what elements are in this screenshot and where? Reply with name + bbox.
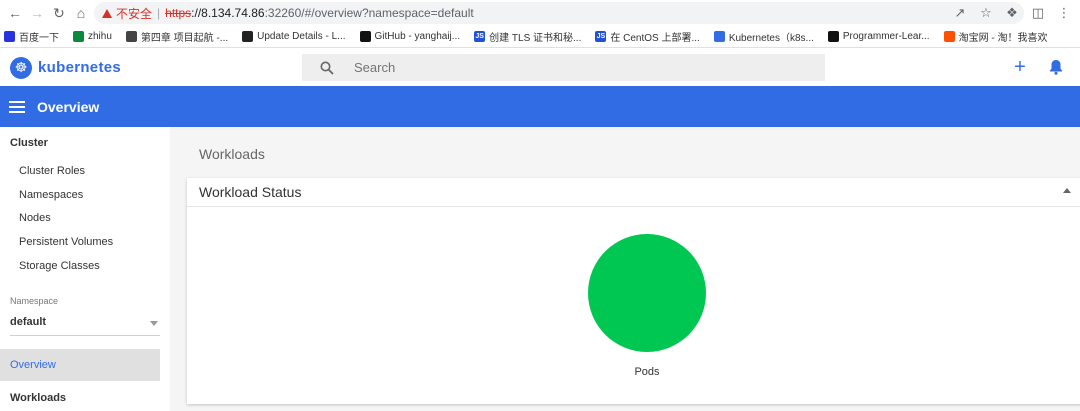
bookmark[interactable]: Kubernetes（k8s... bbox=[713, 29, 814, 44]
forward-icon[interactable]: → bbox=[26, 2, 48, 24]
namespace-label: Namespace bbox=[10, 296, 59, 306]
bookmark-label: zhihu bbox=[88, 31, 112, 42]
github-icon bbox=[359, 31, 371, 42]
url-path: :32260/#/overview?namespace=default bbox=[264, 6, 474, 20]
sidebar-item-namespaces[interactable]: Namespaces bbox=[19, 189, 83, 201]
brand-name: kubernetes bbox=[38, 59, 122, 76]
security-label: 不安全 bbox=[116, 6, 153, 21]
bookmark[interactable]: 百度一下 bbox=[4, 29, 59, 44]
warning-icon bbox=[102, 8, 112, 18]
workload-status-card: Workload Status Pods bbox=[187, 178, 1080, 404]
sidepanel-icon[interactable]: ◫ bbox=[1028, 3, 1048, 23]
sidebar-item-overview[interactable]: Overview bbox=[0, 349, 160, 381]
bookmark-icon bbox=[73, 31, 84, 42]
page-title: Overview bbox=[37, 98, 100, 115]
section-title: Workloads bbox=[199, 146, 265, 162]
bookmark[interactable]: JS 在 CentOS 上部署... bbox=[595, 29, 700, 44]
bookmark-icon bbox=[242, 31, 254, 42]
sidebar-heading-cluster[interactable]: Cluster bbox=[10, 137, 48, 149]
hamburger-menu-icon[interactable] bbox=[9, 100, 25, 113]
bookmark[interactable]: GitHub - yanghaij... bbox=[359, 31, 461, 42]
bookmark[interactable]: zhihu bbox=[73, 31, 112, 42]
bookmark[interactable]: 第四章 项目起航 -... bbox=[125, 29, 229, 44]
kubernetes-icon bbox=[713, 31, 725, 42]
address-bar[interactable]: 不安全 | https://8.134.74.86:32260/#/overvi… bbox=[94, 2, 1024, 24]
pie-label-pods: Pods bbox=[634, 366, 660, 378]
home-icon[interactable]: ⌂ bbox=[70, 2, 92, 24]
kubernetes-logo[interactable]: ☸ kubernetes bbox=[10, 56, 122, 79]
url-scheme: https bbox=[165, 6, 192, 20]
bookmark-label: 第四章 项目起航 -... bbox=[140, 33, 229, 44]
sidebar-heading-workloads[interactable]: Workloads bbox=[10, 392, 66, 404]
notifications-bell-icon[interactable] bbox=[1047, 58, 1065, 76]
menu-icon[interactable]: ⋮ bbox=[1054, 3, 1074, 23]
bookmark-label: 在 CentOS 上部署... bbox=[610, 33, 700, 44]
sidebar-item-label: Overview bbox=[10, 359, 56, 371]
card-header[interactable]: Workload Status bbox=[187, 178, 1080, 207]
bookmarks-bar: 百度一下 zhihu 第四章 项目起航 -... Update Details … bbox=[0, 26, 1080, 48]
app-header: ☸ kubernetes + bbox=[0, 49, 1080, 86]
address-separator: | bbox=[157, 6, 161, 20]
taobao-icon bbox=[943, 31, 955, 42]
bookmark-label: 百度一下 bbox=[19, 33, 59, 44]
bookmark-label: Update Details - L... bbox=[257, 31, 346, 42]
share-icon[interactable]: ↗ bbox=[950, 3, 970, 23]
page-toolbar: Overview bbox=[0, 86, 1080, 127]
sidebar-item-persistent-volumes[interactable]: Persistent Volumes bbox=[19, 236, 113, 248]
pie-slice-running bbox=[588, 234, 706, 352]
bookmark-icon bbox=[4, 31, 15, 42]
bookmark-label: Kubernetes（k8s... bbox=[728, 33, 814, 44]
extensions-icon[interactable]: ❖ bbox=[1002, 3, 1022, 23]
bookmark[interactable]: Update Details - L... bbox=[242, 31, 346, 42]
bookmark[interactable]: Programmer-Lear... bbox=[827, 31, 930, 42]
sidebar-item-storage-classes[interactable]: Storage Classes bbox=[19, 260, 100, 272]
card-title: Workload Status bbox=[199, 184, 302, 200]
namespace-select[interactable]: default bbox=[10, 316, 160, 336]
back-icon[interactable]: ← bbox=[4, 2, 26, 24]
namespace-value: default bbox=[10, 316, 47, 328]
js-icon: JS bbox=[474, 31, 486, 42]
bookmark[interactable]: JS 创建 TLS 证书和秘... bbox=[474, 29, 581, 44]
bookmark-label: Programmer-Lear... bbox=[842, 31, 930, 42]
pods-pie-chart bbox=[588, 234, 706, 352]
browser-toolbar: ← → ↻ ⌂ 不安全 | https://8.134.74.86:32260/… bbox=[0, 0, 1080, 26]
url-host: ://8.134.74.86 bbox=[191, 6, 265, 20]
bookmark-label: 淘宝网 - 淘！我喜欢 bbox=[958, 33, 1048, 44]
js-icon: JS bbox=[595, 31, 607, 42]
reload-icon[interactable]: ↻ bbox=[48, 2, 70, 24]
bookmark-label: GitHub - yanghaij... bbox=[374, 31, 461, 42]
search-input[interactable] bbox=[354, 60, 754, 75]
sidebar: Cluster Cluster Roles Namespaces Nodes P… bbox=[0, 127, 170, 411]
star-icon[interactable]: ☆ bbox=[976, 3, 996, 23]
github-icon bbox=[827, 31, 839, 42]
sidebar-item-nodes[interactable]: Nodes bbox=[19, 212, 51, 224]
collapse-chevron-icon[interactable] bbox=[1063, 188, 1071, 193]
helm-wheel-icon: ☸ bbox=[10, 56, 32, 79]
sidebar-item-cluster-roles[interactable]: Cluster Roles bbox=[19, 165, 85, 177]
dropdown-caret-icon bbox=[150, 321, 158, 326]
security-warning[interactable]: 不安全 bbox=[102, 5, 152, 22]
bookmark-label: 创建 TLS 证书和秘... bbox=[489, 33, 582, 44]
search-icon bbox=[320, 61, 334, 75]
bookmark-icon bbox=[125, 31, 137, 42]
main-content: Workloads Workload Status Pods bbox=[170, 127, 1080, 411]
bookmark[interactable]: 淘宝网 - 淘！我喜欢 bbox=[943, 29, 1048, 44]
search-bar[interactable] bbox=[302, 54, 825, 81]
create-plus-icon[interactable]: + bbox=[1010, 57, 1030, 77]
